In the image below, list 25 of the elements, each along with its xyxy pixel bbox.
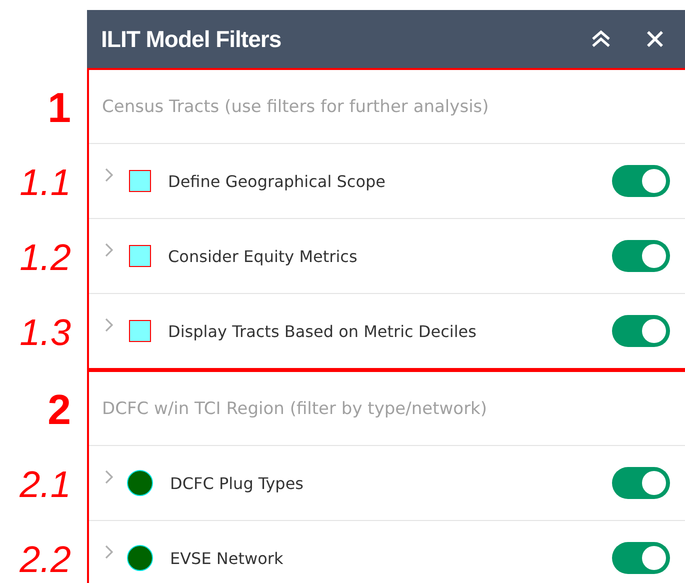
layer-label: Define Geographical Scope bbox=[168, 172, 386, 190]
toggle-switch[interactable] bbox=[612, 467, 670, 499]
layer-number: 1.1 bbox=[20, 162, 71, 204]
layer-number: 1.2 bbox=[20, 236, 71, 278]
toggle-switch[interactable] bbox=[612, 165, 670, 197]
section-number: 2 bbox=[48, 386, 71, 434]
section-heading: Census Tracts (use filters for further analysis) bbox=[102, 96, 489, 116]
chevron-icon[interactable] bbox=[104, 167, 114, 183]
toggle-switch[interactable] bbox=[612, 542, 670, 574]
chevron-icon[interactable] bbox=[104, 317, 114, 333]
toggle-switch[interactable] bbox=[612, 240, 670, 272]
chevron-icon[interactable] bbox=[104, 242, 114, 258]
layer-number: 1.3 bbox=[20, 312, 71, 354]
panel-title: ILIT Model Filters bbox=[101, 26, 282, 52]
layer-label: Display Tracts Based on Metric Deciles bbox=[168, 322, 478, 340]
layer-label: DCFC Plug Types bbox=[170, 474, 305, 492]
chevron-icon[interactable] bbox=[104, 469, 114, 485]
toggle-switch[interactable] bbox=[612, 315, 670, 347]
layer-label: Consider Equity Metrics bbox=[168, 246, 358, 266]
section-heading: DCFC w/in TCI Region (filter by type/network) bbox=[102, 398, 488, 418]
layer-number: 2.1 bbox=[20, 464, 71, 506]
layer-number: 2.2 bbox=[20, 538, 71, 580]
layer-label: EVSE Network bbox=[170, 548, 284, 568]
section-number: 1 bbox=[48, 84, 71, 132]
chevron-icon[interactable] bbox=[104, 544, 114, 560]
